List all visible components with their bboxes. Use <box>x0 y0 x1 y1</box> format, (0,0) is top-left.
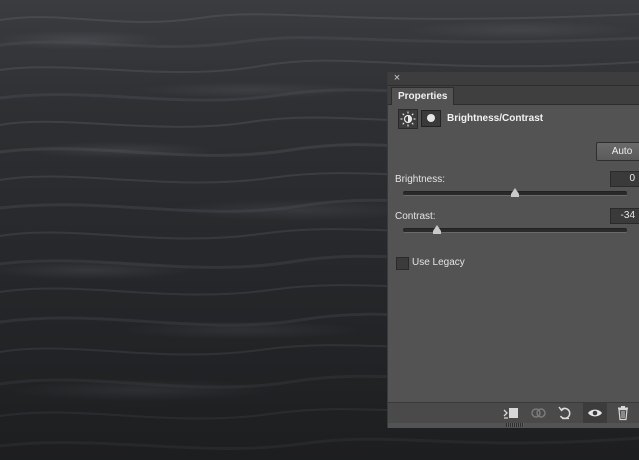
use-legacy-label: Use Legacy <box>412 257 465 268</box>
contrast-value-field[interactable]: -34 <box>610 208 639 224</box>
close-icon[interactable]: × <box>392 72 402 84</box>
clip-to-layer-icon[interactable] <box>502 405 520 421</box>
panel-title-bar[interactable]: × <box>388 72 639 86</box>
properties-panel: × Properties Brightness/Contrast Auto Br… <box>387 72 639 428</box>
contrast-slider-thumb[interactable] <box>433 225 441 234</box>
panel-footer-toolbar <box>388 402 639 423</box>
tab-properties[interactable]: Properties <box>391 87 455 105</box>
auto-button[interactable]: Auto <box>596 142 639 161</box>
reset-icon[interactable] <box>556 405 574 421</box>
brightness-label: Brightness: <box>395 174 446 185</box>
use-legacy-checkbox[interactable] <box>396 257 409 270</box>
adjustment-title: Brightness/Contrast <box>447 113 544 124</box>
brightness-slider-thumb[interactable] <box>511 188 519 197</box>
visibility-toggle[interactable] <box>583 403 607 423</box>
brightness-contrast-icon[interactable] <box>398 109 418 129</box>
panel-resize-grip[interactable] <box>506 423 524 427</box>
layer-mask-icon[interactable] <box>421 110 441 127</box>
visibility-eye-icon <box>586 405 604 421</box>
panel-tab-row: Properties <box>388 86 639 105</box>
trash-icon[interactable] <box>614 405 632 421</box>
contrast-label: Contrast: <box>395 211 436 222</box>
view-previous-state-icon[interactable] <box>529 405 547 421</box>
adjustment-header: Brightness/Contrast <box>388 105 639 133</box>
contrast-slider[interactable] <box>403 225 627 234</box>
brightness-value-field[interactable]: 0 <box>610 171 639 187</box>
brightness-slider[interactable] <box>403 188 627 197</box>
